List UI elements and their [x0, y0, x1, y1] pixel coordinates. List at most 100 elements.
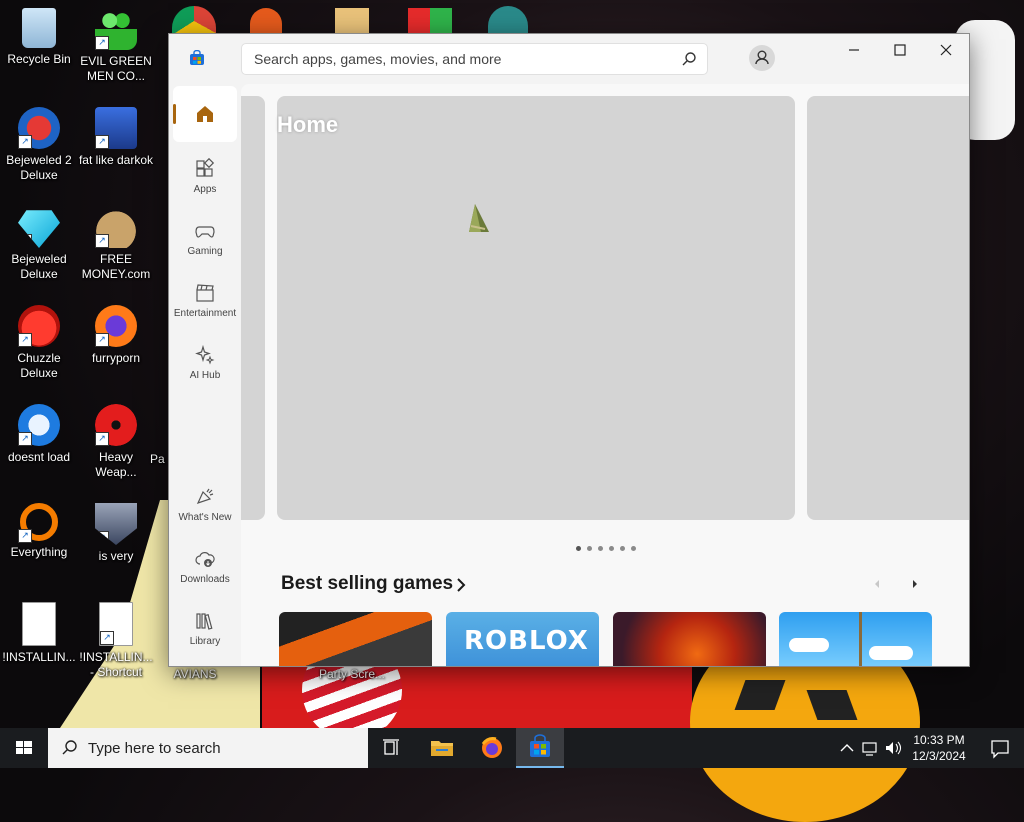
store-logo-icon	[530, 734, 550, 757]
desktop-icon-fat-like-darkok[interactable]: ↗ fat like darkok	[78, 107, 154, 168]
desktop-icon-recycle-bin[interactable]: Recycle Bin	[1, 8, 77, 67]
nav-apps[interactable]: Apps	[173, 152, 237, 208]
desktop-icon-label: Recycle Bin	[7, 52, 71, 66]
nav-label: Library	[189, 636, 221, 647]
desktop-icon-chuzzle[interactable]: ↗ Chuzzle Deluxe	[1, 305, 77, 381]
taskbar-firefox[interactable]	[468, 728, 516, 768]
sparkle-icon	[195, 344, 215, 365]
desktop-icon-is-very[interactable]: ↗ is very	[78, 503, 154, 564]
rope-shape	[859, 612, 862, 666]
shortcut-arrow-icon: ↗	[95, 333, 109, 347]
nav-gaming[interactable]: Gaming	[173, 214, 237, 270]
desktop-icon-label: !INSTALLIN... - Shortcut	[79, 650, 153, 679]
clock[interactable]: 10:33 PM 12/3/2024	[906, 732, 972, 764]
taskbar-microsoft-store[interactable]	[516, 728, 564, 768]
money-bag-icon: ↗	[95, 206, 137, 248]
desktop-icon-label: Everything	[10, 545, 68, 559]
carousel-dot[interactable]	[576, 546, 581, 551]
desktop-icon-installing[interactable]: !INSTALLIN...	[1, 602, 77, 665]
carousel-dot[interactable]	[598, 546, 603, 551]
hero-card-next[interactable]	[807, 96, 969, 520]
account-avatar[interactable]	[749, 45, 775, 71]
desktop-icon-heavy-weapon[interactable]: ↗ Heavy Weap...	[78, 404, 154, 480]
maximize-button[interactable]	[877, 34, 923, 66]
shortcut-arrow-icon: ↗	[18, 333, 32, 347]
store-window: Apps Gaming Entertainment AI Hub What's …	[168, 33, 970, 667]
clock-time: 10:33 PM	[913, 733, 965, 747]
chevron-right-icon	[913, 580, 917, 588]
task-view-icon	[383, 739, 399, 755]
desktop-icon-free-money[interactable]: ↗ FREE MONEY.com	[78, 206, 154, 282]
home-icon	[197, 106, 213, 122]
desktop-icon-bejeweled[interactable]: ↗ Bejeweled Deluxe	[1, 206, 77, 282]
shortcut-arrow-icon: ↗	[18, 234, 32, 248]
app-icon	[408, 8, 452, 34]
system-tray	[836, 728, 906, 768]
desktop-icon-doesnt-load[interactable]: ↗ doesnt load	[1, 404, 77, 465]
carousel-dot[interactable]	[609, 546, 614, 551]
desktop-icon-evil-green-men[interactable]: ↗ EVIL GREEN MEN CO...	[78, 8, 154, 84]
desktop-icon-furryporn[interactable]: ↗ furryporn	[78, 305, 154, 366]
store-content: Home Best selling games ROBLOX	[241, 84, 969, 666]
desktop-icon-everything[interactable]: ↗ Everything	[1, 503, 77, 560]
nav-library[interactable]: Library	[173, 604, 237, 660]
nav-downloads[interactable]: Downloads	[173, 542, 237, 598]
search-icon[interactable]	[681, 51, 697, 67]
minimize-button[interactable]	[831, 34, 877, 66]
desktop-icon-label: furryporn	[91, 351, 141, 365]
carousel-dots	[573, 538, 639, 556]
taskbar-file-explorer[interactable]	[418, 728, 466, 768]
nav-entertainment[interactable]: Entertainment	[173, 276, 237, 332]
text-file-icon	[22, 602, 56, 646]
chrome-icon	[172, 6, 216, 36]
nav-ai-hub[interactable]: AI Hub	[173, 338, 237, 394]
tray-icons	[840, 741, 902, 756]
store-search-box[interactable]	[241, 43, 708, 75]
section-title-best-selling-games[interactable]: Best selling games	[281, 573, 453, 595]
nav-whats-new[interactable]: What's New	[173, 480, 237, 536]
chevron-right-icon[interactable]	[455, 577, 467, 593]
title-bar	[169, 34, 969, 84]
diamond-icon: ↗	[18, 210, 60, 248]
desktop-icon-label: FREE MONEY.com	[81, 252, 151, 281]
shortcut-arrow-icon: ↗	[95, 36, 109, 50]
desktop-icon-bejeweled-2[interactable]: ↗ Bejeweled 2 Deluxe	[1, 107, 77, 183]
app-icon	[335, 8, 369, 34]
game-tile-roblox[interactable]: ROBLOX	[446, 612, 599, 666]
mpl-logo-icon: ↗	[95, 107, 137, 149]
desktop-icon-installing-shortcut[interactable]: ↗ !INSTALLIN... - Shortcut	[78, 602, 154, 680]
desktop-icon-label: Heavy Weap...	[95, 450, 137, 479]
chevron-up-icon	[840, 744, 854, 752]
app-icon	[250, 8, 282, 34]
close-button[interactable]	[923, 34, 969, 66]
scroll-left-button[interactable]	[867, 574, 887, 594]
taskbar-search-box[interactable]: Type here to search	[48, 728, 368, 768]
carousel-dot[interactable]	[631, 546, 636, 551]
firefox-icon	[481, 737, 502, 758]
clock-date: 12/3/2024	[912, 749, 966, 763]
store-search-input[interactable]	[252, 50, 676, 68]
scroll-right-button[interactable]	[905, 574, 925, 594]
desktop-icon-label: AVIANS	[173, 667, 217, 681]
volume-icon	[886, 742, 893, 754]
desktop-icon-avians[interactable]: AVIANS	[160, 667, 230, 682]
text-file-icon: ↗	[99, 602, 133, 646]
network-icon	[862, 742, 877, 753]
gamepad-icon	[195, 226, 215, 238]
carousel-dot[interactable]	[587, 546, 592, 551]
task-view-button[interactable]	[368, 728, 416, 768]
firefox-icon: ↗	[95, 305, 137, 347]
library-icon	[196, 613, 213, 630]
carousel-dot[interactable]	[620, 546, 625, 551]
game-tile[interactable]	[279, 612, 432, 666]
nav-home[interactable]	[173, 86, 237, 142]
hero-card[interactable]	[277, 96, 795, 520]
game-tile[interactable]	[779, 612, 932, 666]
hero-card-previous[interactable]	[241, 96, 265, 520]
cloud-download-icon	[195, 552, 215, 567]
clapperboard-icon	[196, 284, 214, 302]
notification-center-button[interactable]	[976, 728, 1024, 768]
game-tile[interactable]	[613, 612, 766, 666]
desktop-icon-party-screen[interactable]: Party Scre...	[312, 667, 392, 682]
start-button[interactable]	[0, 728, 48, 768]
